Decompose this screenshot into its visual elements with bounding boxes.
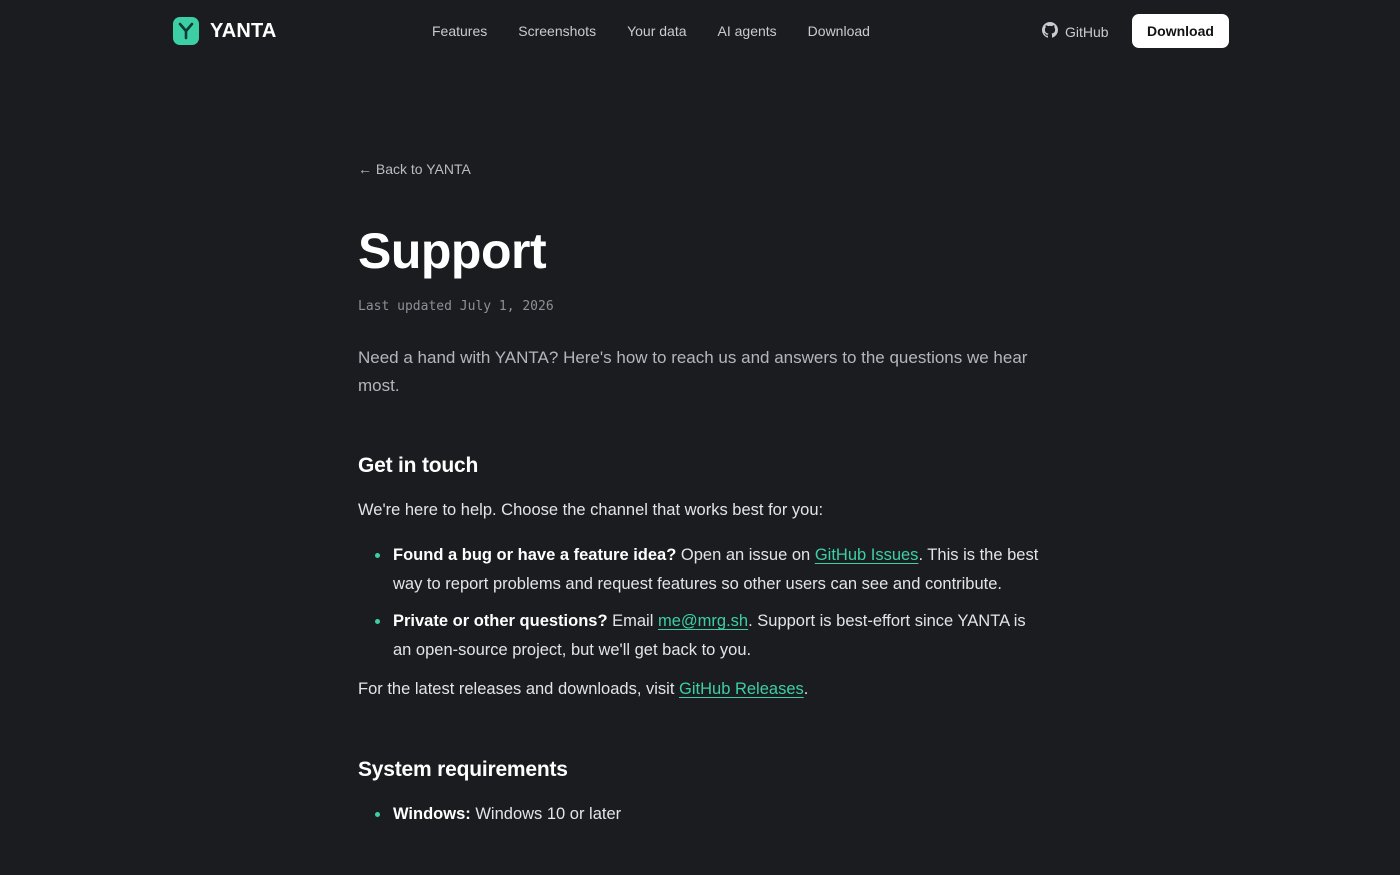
system-requirements-heading: System requirements [358, 758, 568, 781]
download-button[interactable]: Download [1132, 14, 1229, 48]
bullet-dot-icon [375, 619, 380, 624]
list-item-bold: Private or other questions? [393, 612, 608, 630]
last-updated: Last updated July 1, 2026 [358, 299, 554, 314]
releases-paragraph: For the latest releases and downloads, v… [358, 675, 1048, 704]
list-item-text: Email [607, 612, 658, 630]
brand-name: YANTA [210, 19, 277, 42]
list-item-bold: Found a bug or have a feature idea? [393, 546, 677, 564]
nav-screenshots[interactable]: Screenshots [518, 22, 596, 40]
list-item: Private or other questions? Email me@mrg… [358, 607, 1048, 665]
github-label: GitHub [1065, 24, 1109, 40]
list-item-bold: Windows: [393, 805, 471, 823]
github-releases-link[interactable]: GitHub Releases [679, 680, 804, 698]
nav-ai-agents[interactable]: AI agents [718, 22, 777, 40]
nav-download[interactable]: Download [808, 22, 870, 40]
github-link[interactable]: GitHub [1042, 22, 1109, 42]
page-title: Support [358, 223, 547, 279]
lede-paragraph: Need a hand with YANTA? Here's how to re… [358, 348, 1028, 395]
email-link[interactable]: me@mrg.sh [658, 612, 748, 630]
releases-text: For the latest releases and downloads, v… [358, 680, 680, 698]
list-item: Windows: Windows 10 or later [358, 800, 1048, 829]
list-item-text: Windows 10 or later [470, 805, 622, 823]
system-requirements-list: Windows: Windows 10 or later [358, 800, 1048, 829]
list-item-text: Open an issue on [676, 546, 815, 564]
bullet-dot-icon [375, 553, 380, 558]
bullet-dot-icon [375, 812, 380, 817]
releases-text-end: . [803, 680, 809, 698]
get-in-touch-heading: Get in touch [358, 454, 479, 477]
nav-features[interactable]: Features [432, 22, 487, 40]
support-article: ← Back to YANTA Support Last updated Jul… [358, 158, 1048, 837]
top-navigation-bar: YANTA Features Screenshots Your data AI … [0, 0, 1400, 62]
back-to-yanta-link[interactable]: ← Back to YANTA [358, 158, 471, 180]
list-item: Found a bug or have a feature idea? Open… [358, 541, 1048, 599]
github-icon [1042, 22, 1058, 42]
main-nav: Features Screenshots Your data AI agents… [432, 22, 870, 40]
github-issues-link[interactable]: GitHub Issues [815, 546, 919, 564]
get-in-touch-intro: We're here to help. Choose the channel t… [358, 501, 824, 519]
nav-your-data[interactable]: Your data [627, 22, 686, 40]
contact-list: Found a bug or have a feature idea? Open… [358, 541, 1048, 665]
brand-home-link[interactable]: YANTA [173, 17, 277, 45]
yanta-logo-icon [173, 17, 199, 45]
